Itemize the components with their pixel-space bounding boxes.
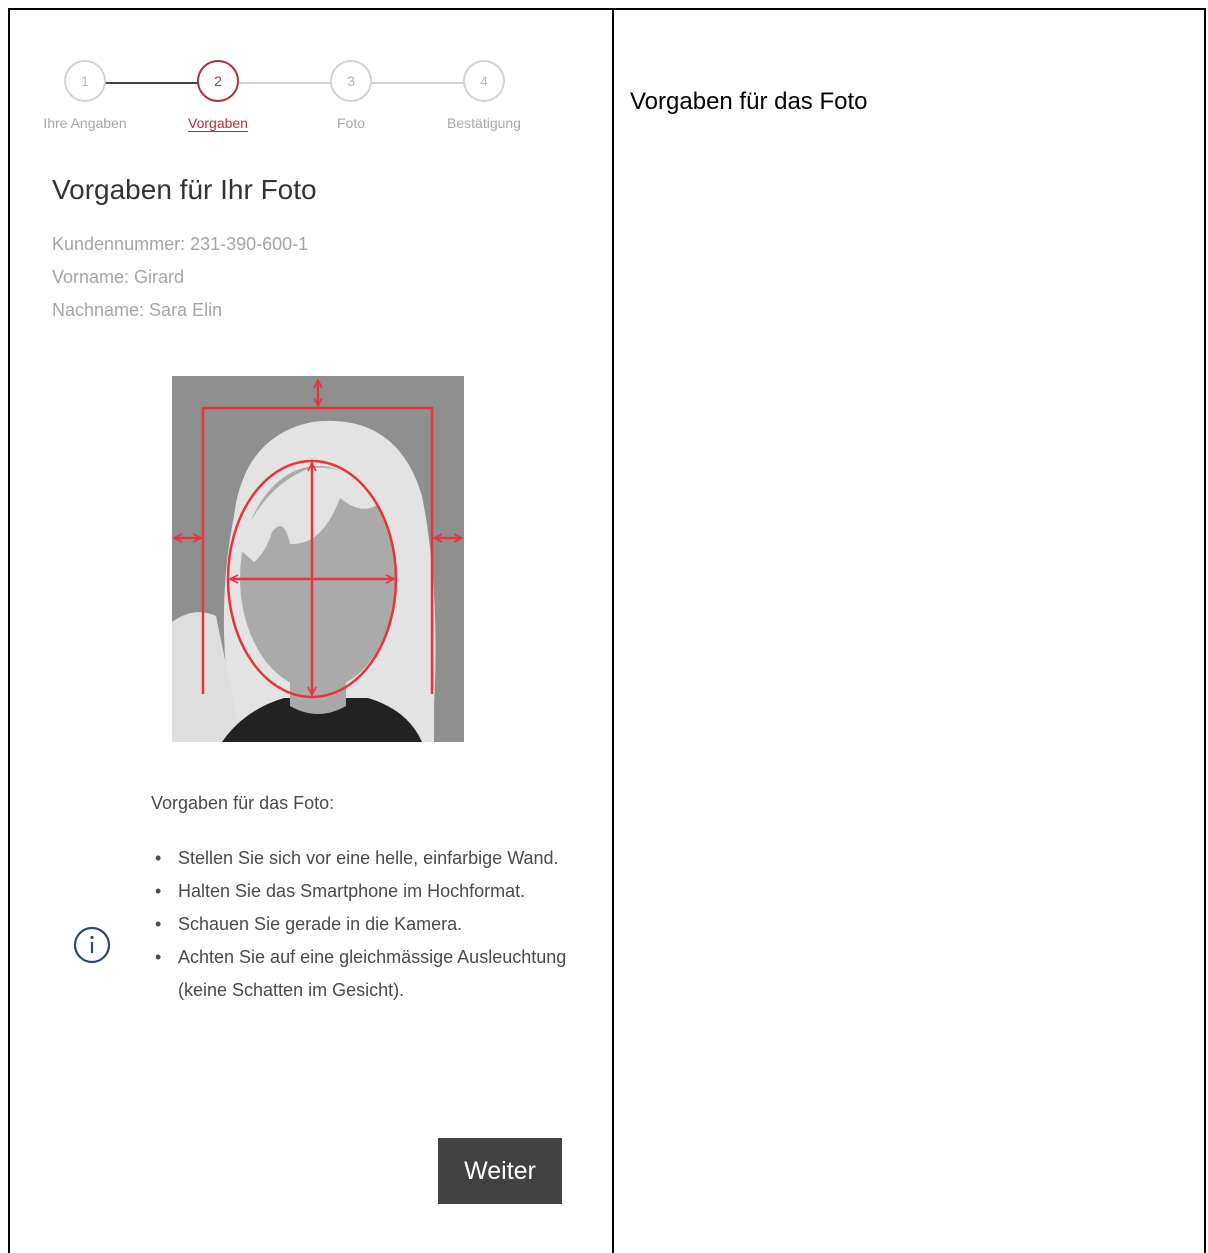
customer-number: Kundennummer: 231-390-600-1: [52, 234, 309, 254]
step-3[interactable]: 3 Foto: [306, 60, 396, 131]
step-2-label: Vorgaben: [188, 115, 248, 131]
step-4-label: Bestätigung: [447, 115, 521, 131]
step-1[interactable]: 1 Ihre Angaben: [40, 60, 130, 131]
list-item: Schauen Sie gerade in die Kamera.: [155, 908, 595, 941]
first-name: Vorname: Girard: [52, 267, 185, 287]
step-1-circle: 1: [64, 60, 106, 102]
list-item: Achten Sie auf eine gleichmässige Ausleu…: [155, 941, 595, 1007]
step-2[interactable]: 2 Vorgaben: [173, 60, 263, 131]
column-divider: [612, 8, 614, 1253]
right-column-heading: Vorgaben für das Foto: [630, 88, 868, 115]
last-name: Nachname: Sara Elin: [52, 300, 223, 320]
step-3-label: Foto: [336, 115, 365, 131]
info-circle-icon[interactable]: [73, 926, 111, 964]
customer-info: Kundennummer: 231-390-600-1 Vorname: Gir…: [52, 228, 308, 327]
step-4-circle: 4: [463, 60, 505, 102]
photo-guide-illustration: [172, 376, 464, 742]
progress-stepper: 1 Ihre Angaben 2 Vorgaben 3 Foto 4 Bestä…: [30, 60, 550, 140]
step-3-circle: 3: [330, 60, 372, 102]
step-1-label: Ihre Angaben: [43, 115, 127, 131]
requirements-title: Vorgaben für das Foto:: [151, 793, 335, 813]
page-title: Vorgaben für Ihr Foto: [52, 174, 317, 205]
list-item: Halten Sie das Smartphone im Hochformat.: [155, 875, 595, 908]
requirements-list: Stellen Sie sich vor eine helle, einfarb…: [155, 842, 595, 1007]
step-2-circle: 2: [197, 60, 239, 102]
list-item: Stellen Sie sich vor eine helle, einfarb…: [155, 842, 595, 875]
step-4[interactable]: 4 Bestätigung: [439, 60, 529, 131]
next-button[interactable]: Weiter: [438, 1138, 562, 1204]
